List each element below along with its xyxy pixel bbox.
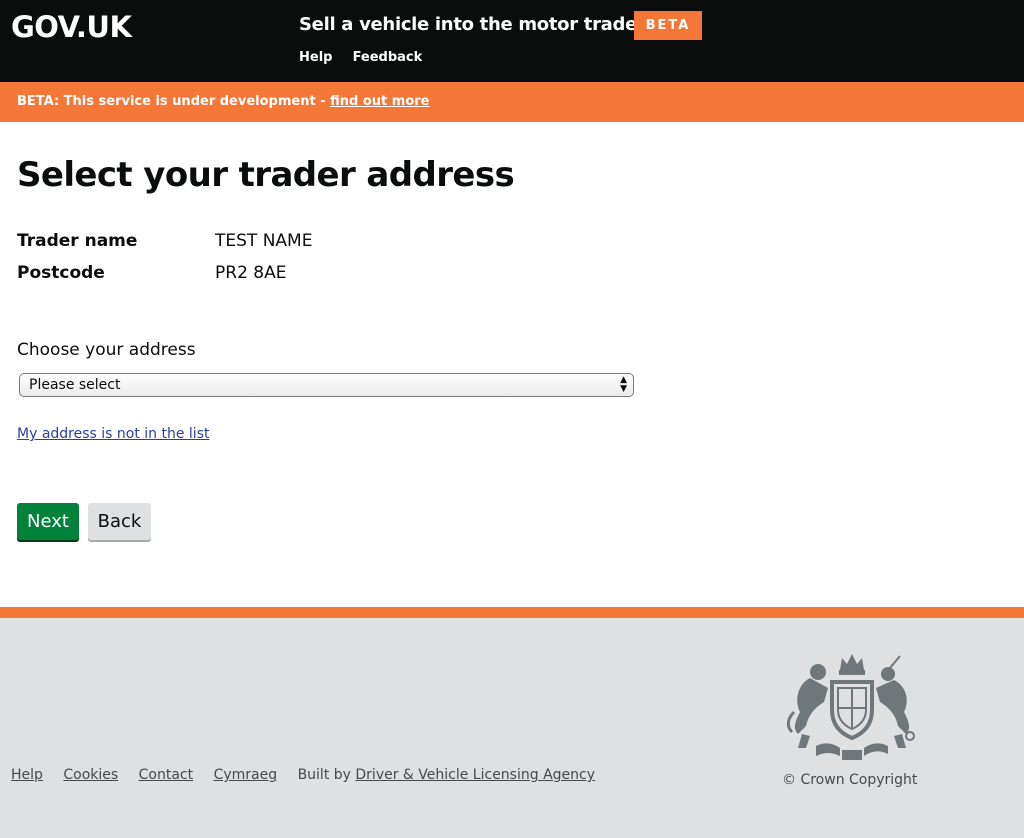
beta-tag: BETA [634, 11, 702, 40]
address-label: Choose your address [17, 340, 196, 360]
trader-name-value: TEST NAME [215, 231, 313, 251]
postcode-key: Postcode [17, 263, 105, 283]
footer-link-cookies[interactable]: Cookies [63, 767, 118, 783]
beta-banner: BETA: This service is under development … [0, 82, 1024, 122]
footer-link-contact[interactable]: Contact [139, 767, 193, 783]
footer-link-cymraeg[interactable]: Cymraeg [214, 767, 278, 783]
service-name[interactable]: Sell a vehicle into the motor trade [299, 14, 637, 35]
footer-border [0, 607, 1024, 618]
page-title: Select your trader address [17, 155, 515, 195]
header-nav: Help Feedback [299, 46, 437, 65]
select-arrows-icon: ▲ ▼ [620, 375, 627, 394]
address-select[interactable]: Please select ▲ ▼ [19, 373, 634, 397]
address-select-value: Please select [29, 377, 121, 393]
built-by-text: Built by [297, 767, 356, 783]
trader-name-key: Trader name [17, 231, 138, 251]
dvla-link[interactable]: Driver & Vehicle Licensing Agency [355, 767, 595, 783]
crown-copyright[interactable]: © Crown Copyright [782, 772, 917, 788]
next-button[interactable]: Next [17, 503, 79, 540]
address-not-listed-link[interactable]: My address is not in the list [17, 426, 209, 442]
back-button[interactable]: Back [88, 503, 151, 540]
find-out-more-link[interactable]: find out more [330, 94, 429, 109]
footer-links: Help Cookies Contact Cymraeg Built by Dr… [11, 767, 595, 783]
postcode-value: PR2 8AE [215, 263, 287, 283]
header-nav-feedback[interactable]: Feedback [353, 50, 423, 65]
govuk-logo[interactable]: GOV.UK [11, 10, 132, 44]
site-footer: Help Cookies Contact Cymraeg Built by Dr… [0, 618, 1024, 838]
footer-link-help[interactable]: Help [11, 767, 43, 783]
site-header: GOV.UK Sell a vehicle into the motor tra… [0, 0, 1024, 82]
royal-coat-of-arms-icon [786, 654, 915, 760]
beta-banner-text: BETA: This service is under development … [17, 94, 331, 109]
header-nav-help[interactable]: Help [299, 50, 332, 65]
